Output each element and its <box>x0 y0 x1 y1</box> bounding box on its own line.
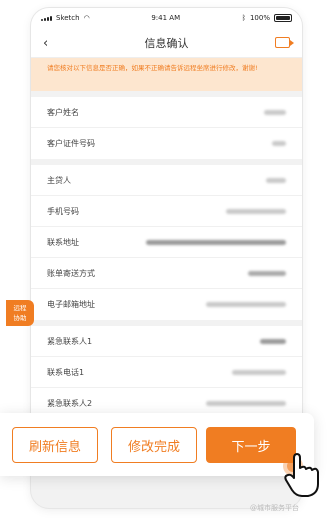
notice-banner: 请您核对以下信息是否正确，如果不正确请告诉远程坐席进行修改，谢谢! <box>31 58 302 91</box>
status-time: 9:41 AM <box>151 14 181 22</box>
blurred-value <box>226 208 286 214</box>
blurred-value <box>232 369 286 375</box>
bluetooth-icon: ᛒ <box>241 14 246 22</box>
status-bar: Sketch ◠ 9:41 AM ᛒ 100% <box>31 8 302 28</box>
info-row: 联系电话1 <box>31 357 302 388</box>
borrower-group: 主贷人 手机号码 联系地址 账单寄送方式 电子邮箱地址 <box>31 165 302 320</box>
remote-tag-line1: 远程 <box>13 304 27 312</box>
info-row: 手机号码 <box>31 196 302 227</box>
row-label: 联系地址 <box>47 237 79 247</box>
row-label: 客户姓名 <box>47 107 79 117</box>
battery-percent: 100% <box>249 14 270 22</box>
row-label: 主贷人 <box>47 175 71 185</box>
row-label: 紧急联系人1 <box>47 336 93 346</box>
action-bar: 刷新信息 修改完成 下一步 <box>0 413 314 476</box>
customer-group: 客户姓名 客户证件号码 <box>31 97 302 159</box>
pointing-hand-icon <box>283 453 319 497</box>
wifi-icon: ◠ <box>83 14 90 22</box>
watermark: @城市服务平台 <box>250 504 299 512</box>
carrier-label: Sketch <box>56 14 80 22</box>
info-row: 主贷人 <box>31 165 302 196</box>
row-label: 联系电话1 <box>47 367 85 377</box>
blurred-value <box>146 239 286 245</box>
info-row: 账单寄送方式 <box>31 258 302 289</box>
blurred-value <box>260 338 286 344</box>
blurred-value <box>264 109 286 115</box>
remote-assist-tag[interactable]: 远程 协助 <box>6 300 34 326</box>
row-label: 账单寄送方式 <box>47 268 95 278</box>
emergency-group: 紧急联系人1 联系电话1 紧急联系人2 <box>31 326 302 419</box>
navbar: ‹ 信息确认 <box>31 28 302 58</box>
blurred-value <box>266 177 286 183</box>
blurred-value <box>248 270 286 276</box>
back-chevron-icon[interactable]: ‹ <box>43 36 48 51</box>
row-label: 紧急联系人2 <box>47 399 93 408</box>
page-title: 信息确认 <box>144 36 189 50</box>
modify-done-button[interactable]: 修改完成 <box>111 427 197 463</box>
info-row: 客户姓名 <box>31 97 302 128</box>
remote-tag-line2: 协助 <box>13 314 27 322</box>
blurred-value <box>272 141 286 146</box>
info-row: 电子邮箱地址 <box>31 289 302 320</box>
row-label: 客户证件号码 <box>47 139 95 148</box>
info-row: 紧急联系人1 <box>31 326 302 357</box>
row-label: 手机号码 <box>47 206 79 216</box>
refresh-button[interactable]: 刷新信息 <box>12 427 98 463</box>
blurred-value <box>206 302 286 307</box>
blurred-value <box>206 401 286 406</box>
info-row: 联系地址 <box>31 227 302 258</box>
signal-icon <box>41 15 52 21</box>
info-row: 客户证件号码 <box>31 128 302 159</box>
row-label: 电子邮箱地址 <box>47 300 95 309</box>
video-call-icon[interactable] <box>275 37 294 48</box>
battery-icon <box>273 14 292 22</box>
